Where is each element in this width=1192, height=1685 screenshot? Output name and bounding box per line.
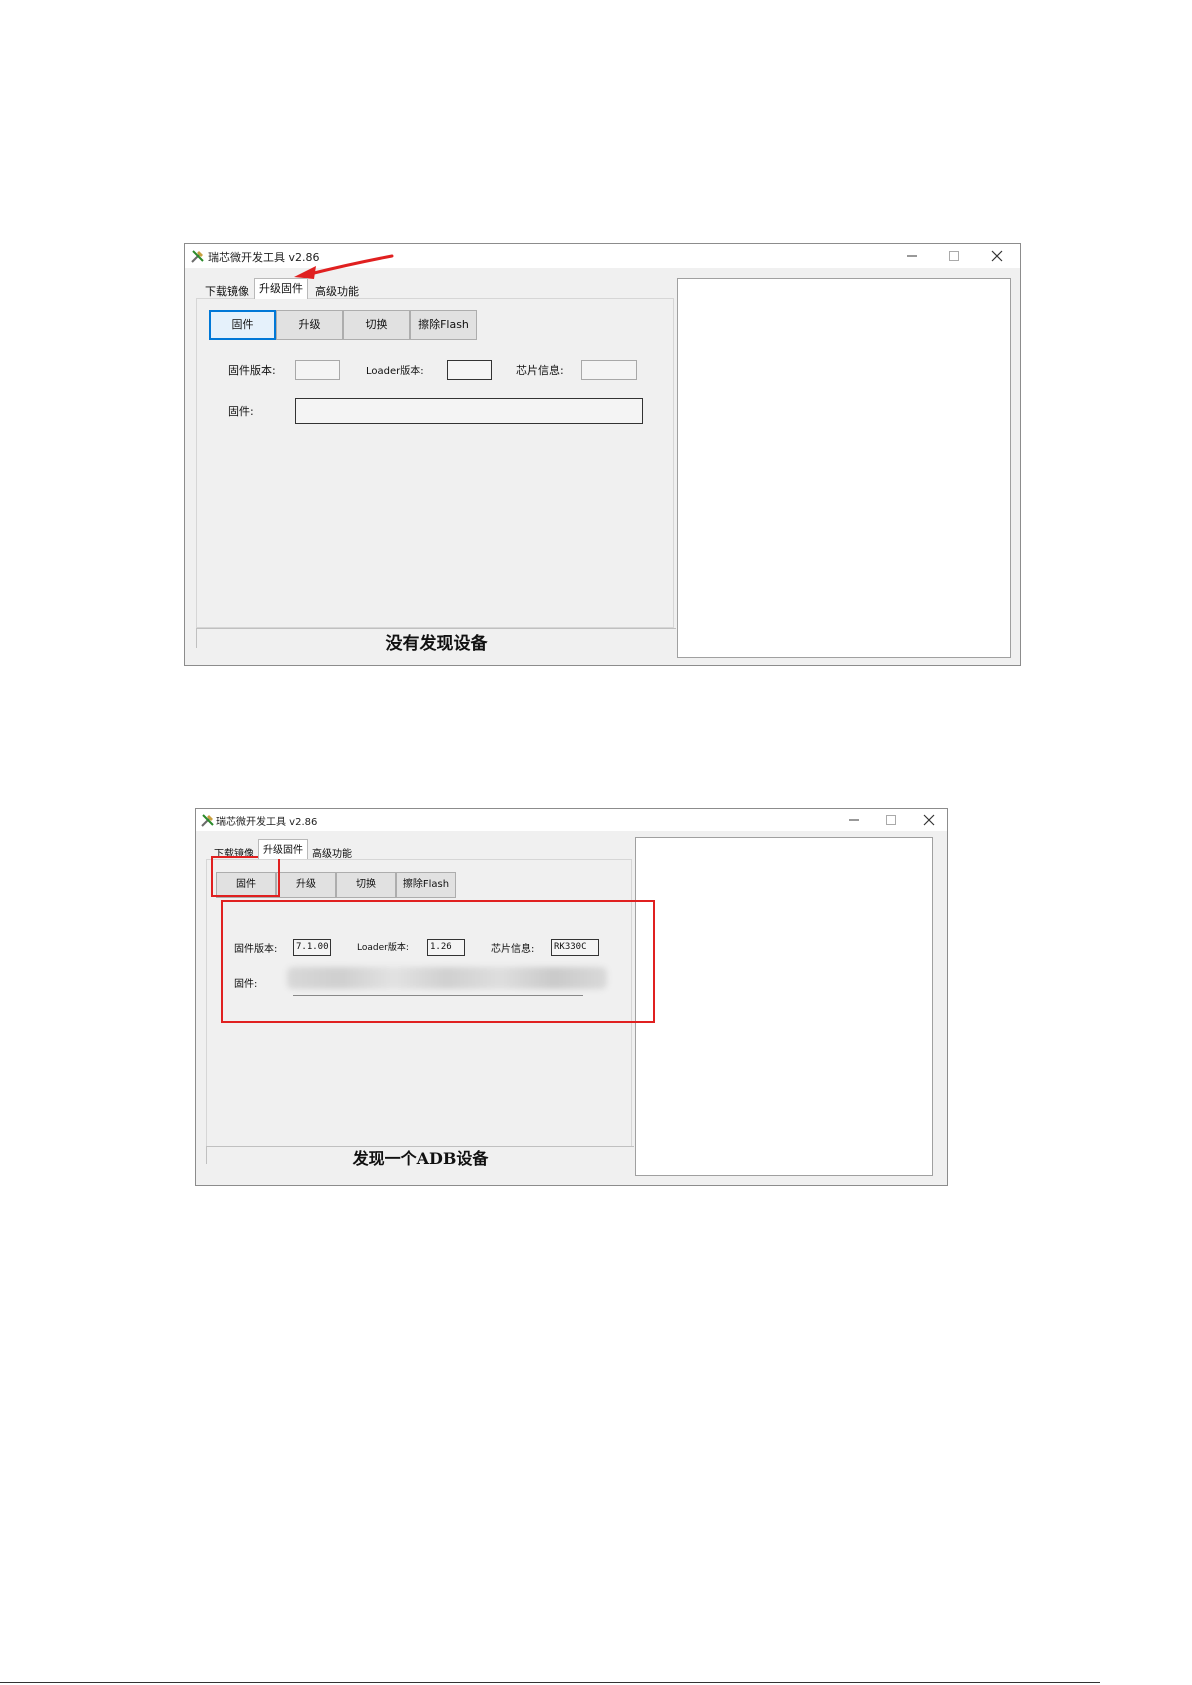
log-output-box[interactable] xyxy=(677,278,1011,658)
maximize-button[interactable] xyxy=(871,809,911,831)
minimize-icon xyxy=(907,255,917,257)
tools-icon xyxy=(191,250,204,263)
minimize-button[interactable] xyxy=(834,809,874,831)
firmware-path-field[interactable] xyxy=(295,398,643,424)
page-footer-rule xyxy=(0,1682,1100,1683)
upgrade-button[interactable]: 升级 xyxy=(276,310,343,340)
erase-flash-button[interactable]: 擦除Flash xyxy=(396,872,456,898)
upgrade-button[interactable]: 升级 xyxy=(276,872,336,898)
title-bar[interactable]: 瑞芯微开发工具 v2.86 xyxy=(196,809,947,831)
tab-upgrade-firmware[interactable]: 升级固件 xyxy=(258,839,308,859)
loader-version-field[interactable] xyxy=(447,360,492,380)
device-info-highlight xyxy=(221,900,655,1023)
chip-info-label: 芯片信息: xyxy=(516,364,564,377)
firmware-version-label: 固件版本: xyxy=(228,364,276,377)
erase-flash-button[interactable]: 擦除Flash xyxy=(410,310,477,340)
firmware-button[interactable]: 固件 xyxy=(209,310,276,340)
maximize-icon xyxy=(949,251,959,261)
close-icon xyxy=(991,250,1003,262)
status-text: 没有发现设备 xyxy=(385,634,488,654)
tab-panel: 固件 升级 切换 擦除Flash 固件版本: Loader版本: 芯片信息: 固… xyxy=(196,298,674,628)
firmware-button-highlight xyxy=(211,856,280,897)
minimize-icon xyxy=(849,819,859,821)
switch-button[interactable]: 切换 xyxy=(343,310,410,340)
log-output-box[interactable] xyxy=(635,837,933,1176)
tools-icon xyxy=(201,814,214,827)
window-title: 瑞芯微开发工具 v2.86 xyxy=(216,817,318,828)
status-text: 发现一个ADB设备 xyxy=(352,1149,489,1168)
close-button[interactable] xyxy=(977,244,1017,268)
tab-upgrade-firmware[interactable]: 升级固件 xyxy=(254,278,308,299)
close-button[interactable] xyxy=(909,809,949,831)
close-icon xyxy=(923,814,935,826)
loader-version-label: Loader版本: xyxy=(366,366,424,377)
status-bar: 没有发现设备 xyxy=(196,628,676,654)
maximize-button[interactable] xyxy=(934,244,974,268)
red-arrow-icon xyxy=(294,254,394,279)
minimize-button[interactable] xyxy=(892,244,932,268)
firmware-label: 固件: xyxy=(228,405,254,418)
switch-button[interactable]: 切换 xyxy=(336,872,396,898)
firmware-version-field[interactable] xyxy=(295,360,340,380)
maximize-icon xyxy=(886,815,896,825)
status-bar: 发现一个ADB设备 xyxy=(206,1146,634,1168)
chip-info-field[interactable] xyxy=(581,360,637,380)
window-no-device: 瑞芯微开发工具 v2.86 下载镜像 升级固件 高级功能 固件 升级 切换 擦除… xyxy=(184,243,1021,666)
